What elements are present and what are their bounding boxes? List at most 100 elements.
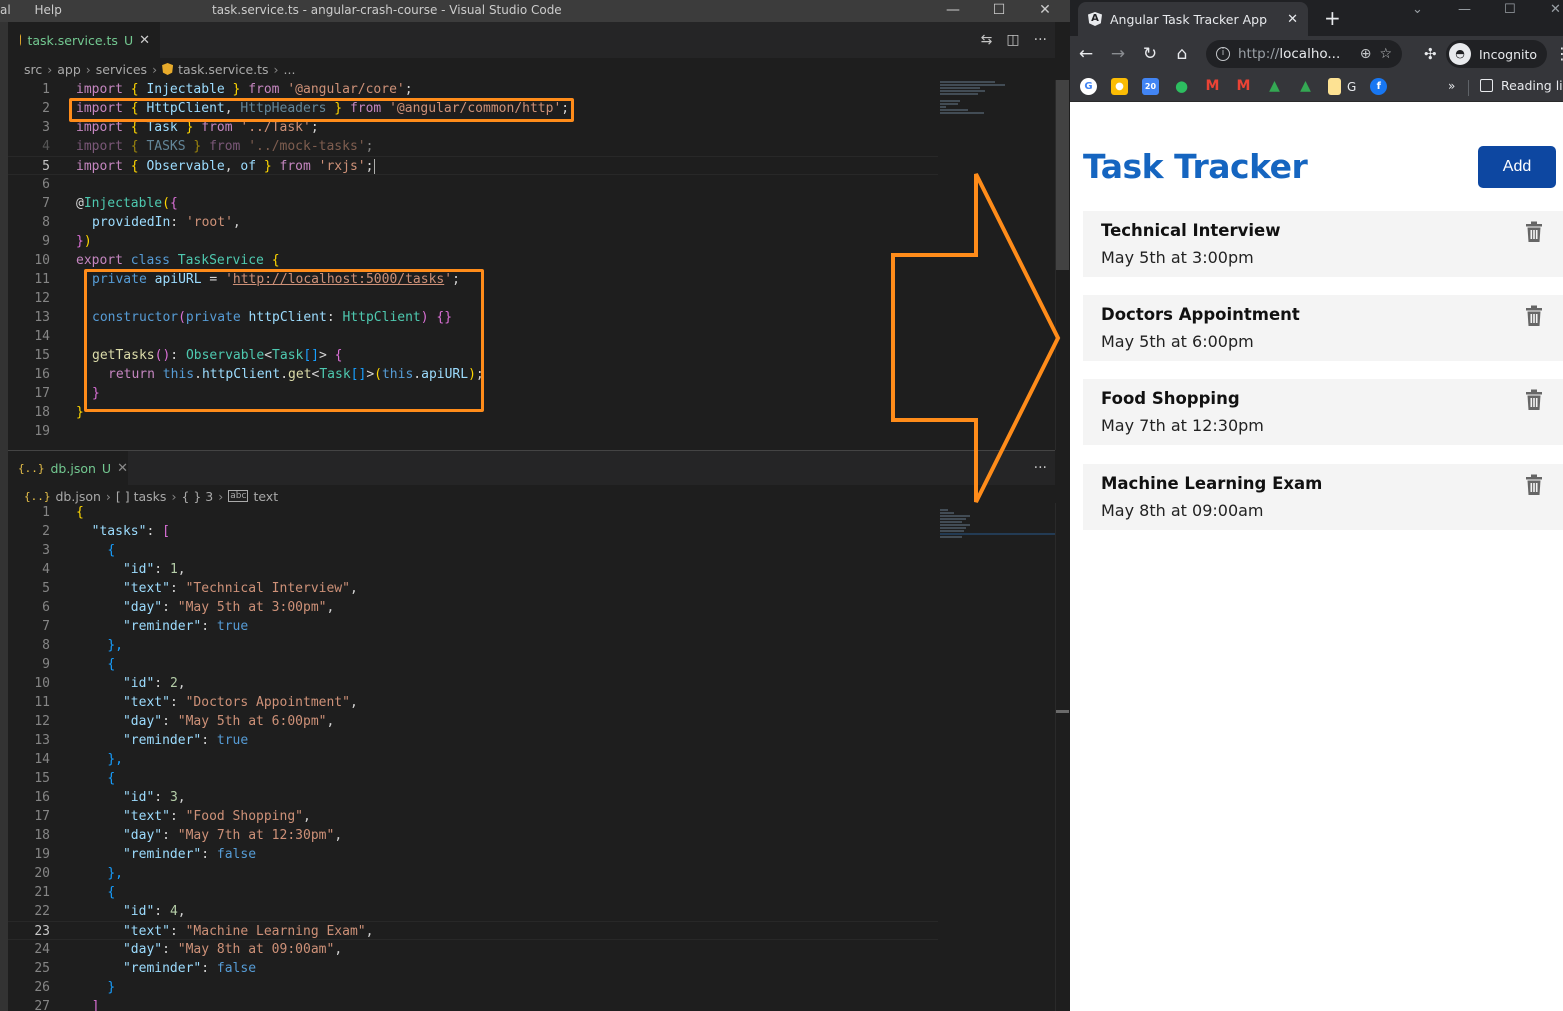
extensions-icon[interactable]: ✣ — [1424, 45, 1437, 63]
bookmark-evernote-icon[interactable]: ● — [1173, 78, 1190, 95]
task-item[interactable]: Technical Interview May 5th at 3:00pm — [1083, 211, 1563, 277]
maximize-button[interactable]: ☐ — [976, 0, 1022, 22]
task-title: Food Shopping — [1101, 389, 1240, 408]
tab-search-icon[interactable]: ⌄ — [1412, 2, 1423, 17]
browser-tab[interactable]: A Angular Task Tracker App ✕ — [1078, 2, 1308, 36]
bookmark-star-icon[interactable]: ☆ — [1379, 46, 1392, 62]
vscode-titlebar: al Help task.service.ts - angular-crash-… — [0, 0, 1070, 22]
breadcrumb-item[interactable]: { } 3 — [181, 489, 213, 504]
breadcrumb-property[interactable]: text — [253, 489, 278, 504]
breadcrumb-file[interactable]: db.json — [56, 489, 101, 504]
address-bar[interactable]: i http://localho... ⊕ ☆ — [1206, 40, 1402, 68]
reading-list-icon — [1480, 79, 1493, 92]
close-window-button[interactable]: ✕ — [1550, 2, 1561, 17]
line-number: 17 — [34, 809, 50, 824]
line-number: 7 — [42, 619, 50, 634]
bookmark-gmail-2-icon[interactable]: M — [1235, 78, 1252, 95]
bookmark-drive-icon[interactable]: ▲ — [1266, 78, 1283, 95]
minimap-top[interactable] — [940, 80, 1055, 115]
reading-list-button[interactable]: Reading list — [1480, 78, 1563, 93]
close-window-button[interactable]: ✕ — [1022, 0, 1068, 22]
line-number: 18 — [34, 405, 50, 420]
more-bookmarks-icon[interactable]: » — [1448, 79, 1455, 93]
tab-task-service[interactable]: task.service.ts U ✕ — [8, 22, 160, 58]
trash-icon[interactable] — [1525, 389, 1543, 411]
incognito-icon: ◓ — [1449, 43, 1471, 65]
json-file-icon: {..} — [18, 461, 45, 475]
line-number: 1 — [42, 505, 50, 520]
minimize-button[interactable]: — — [1458, 2, 1471, 17]
code-line: 1{ — [8, 503, 938, 522]
chrome-menu-icon[interactable]: ⋮ — [1554, 44, 1563, 63]
scrollbar-thumb-top[interactable] — [1056, 80, 1069, 270]
code-line: 25 "reminder": false — [8, 959, 938, 978]
line-number: 3 — [42, 120, 50, 135]
zoom-icon[interactable]: ⊕ — [1360, 46, 1372, 62]
bookmark-g-label[interactable]: G — [1347, 80, 1356, 94]
bookmark-google-icon[interactable]: G — [1080, 78, 1097, 95]
code-line: import { TASKS } from '../mock-tasks'; — [76, 139, 374, 154]
tab-label: task.service.ts — [27, 32, 118, 48]
trash-icon[interactable] — [1525, 221, 1543, 243]
breadcrumb-file[interactable]: task.service.ts — [178, 62, 268, 77]
open-changes-icon[interactable]: ⇆ — [981, 32, 993, 48]
window-title: task.service.ts - angular-crash-course -… — [212, 3, 562, 17]
reload-icon[interactable]: ↻ — [1134, 44, 1166, 64]
code-editor-db-json[interactable]: 1{2 "tasks": [3 {4 "id": 1, 5 "text": "Te… — [8, 503, 938, 1011]
split-editor-icon[interactable]: ◫ — [1006, 32, 1019, 48]
site-info-icon[interactable]: i — [1216, 47, 1230, 61]
bookmark-gmail-icon[interactable]: M — [1204, 78, 1221, 95]
more-actions-icon[interactable]: ··· — [1034, 32, 1047, 48]
bookmark-calendar-icon[interactable]: 20 — [1142, 78, 1159, 95]
minimize-button[interactable]: — — [930, 0, 976, 22]
line-number: 14 — [34, 752, 50, 767]
line-number: 2 — [42, 101, 50, 116]
code-line: getTasks(): Observable<Task[]> { — [92, 348, 343, 363]
trash-icon[interactable] — [1525, 474, 1543, 496]
line-number: 8 — [42, 215, 50, 230]
more-actions-icon[interactable]: ··· — [1034, 460, 1047, 476]
close-tab-icon[interactable]: ✕ — [139, 33, 150, 48]
add-task-button[interactable]: Add — [1478, 146, 1556, 188]
minimap-bottom[interactable] — [940, 508, 1055, 539]
untracked-badge: U — [123, 32, 134, 48]
menu-help[interactable]: Help — [35, 3, 62, 17]
task-item[interactable]: Machine Learning Exam May 8th at 09:00am — [1083, 464, 1563, 530]
line-number: 23 — [34, 924, 50, 939]
breadcrumb-symbol[interactable]: ... — [284, 62, 296, 77]
task-item[interactable]: Doctors Appointment May 5th at 6:00pm — [1083, 295, 1563, 361]
close-tab-icon[interactable]: ✕ — [117, 461, 128, 476]
home-icon[interactable]: ⌂ — [1166, 44, 1198, 64]
task-item[interactable]: Food Shopping May 7th at 12:30pm — [1083, 379, 1563, 445]
code-editor-task-service[interactable]: 1 import { Injectable } from '@angular/co… — [8, 80, 938, 450]
bookmark-folder-icon[interactable] — [1328, 78, 1341, 95]
breadcrumb-app[interactable]: app — [57, 62, 81, 77]
new-tab-button[interactable]: + — [1324, 6, 1341, 30]
maximize-button[interactable]: ☐ — [1504, 2, 1516, 17]
incognito-profile[interactable]: ◓ Incognito — [1446, 40, 1548, 68]
untracked-badge: U — [101, 460, 112, 476]
api-url-link[interactable]: http://localhost:5000/tasks — [233, 272, 444, 287]
bookmark-drive-2-icon[interactable]: ▲ — [1297, 78, 1314, 95]
code-line: import { Injectable } from '@angular/cor… — [76, 82, 413, 97]
incognito-label: Incognito — [1479, 46, 1538, 62]
code-line: 8 }, — [8, 636, 938, 655]
task-title: Doctors Appointment — [1101, 305, 1300, 324]
line-number: 15 — [34, 348, 50, 363]
line-number: 27 — [34, 999, 50, 1011]
close-tab-icon[interactable]: ✕ — [1287, 12, 1298, 27]
bookmark-keep-icon[interactable]: ● — [1111, 78, 1128, 95]
trash-icon[interactable] — [1525, 305, 1543, 327]
line-number: 24 — [34, 942, 50, 957]
scrollbar-bottom[interactable] — [1055, 503, 1069, 1011]
menu-terminal[interactable]: al — [0, 3, 11, 17]
breadcrumb-services[interactable]: services — [96, 62, 147, 77]
bookmark-facebook-icon[interactable]: f — [1370, 78, 1388, 95]
breadcrumb-src[interactable]: src — [24, 62, 42, 77]
breadcrumb-tasks[interactable]: [ ] tasks — [116, 489, 167, 504]
forward-icon[interactable]: → — [1102, 44, 1134, 64]
tab-db-json[interactable]: {..} db.json U ✕ — [8, 451, 128, 485]
task-title: Technical Interview — [1101, 221, 1281, 240]
back-icon[interactable]: ← — [1070, 44, 1102, 64]
scrollbar-thumb-bottom[interactable] — [1056, 710, 1069, 713]
